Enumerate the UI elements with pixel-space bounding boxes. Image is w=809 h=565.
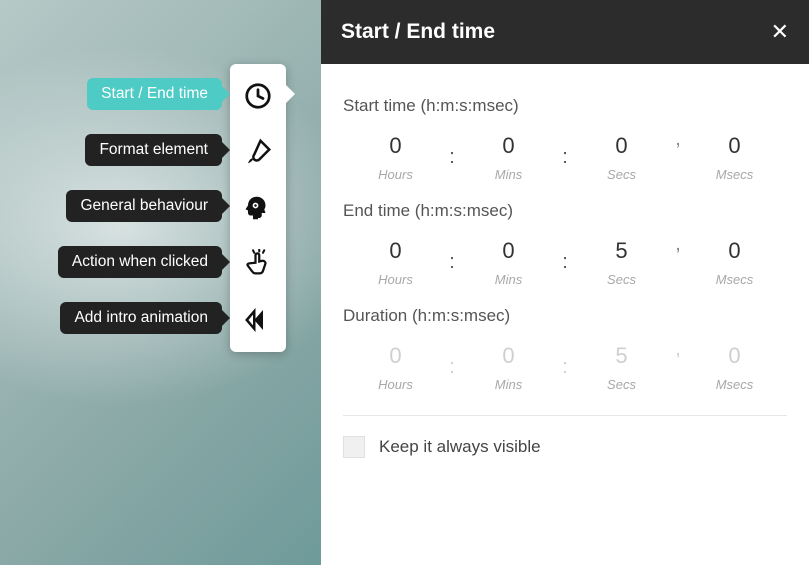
tab-general-behaviour[interactable] <box>230 180 286 236</box>
divider <box>343 415 787 416</box>
keep-visible-row: Keep it always visible <box>343 436 787 458</box>
unit-mins: Mins <box>456 377 561 392</box>
end-mins-input[interactable]: 0 <box>502 238 514 263</box>
duration-mins: 0 <box>502 343 514 368</box>
colon-sep: : <box>448 251 456 274</box>
clock-icon <box>243 81 273 111</box>
unit-hours: Hours <box>343 167 448 182</box>
duration-secs: 5 <box>615 343 627 368</box>
colon-sep: : <box>561 251 569 274</box>
tooltip-add-intro-animation[interactable]: Add intro animation <box>60 302 222 334</box>
duration-hours: 0 <box>389 343 401 368</box>
start-time-label: Start time (h:m:s:msec) <box>343 96 787 116</box>
start-hours-input[interactable]: 0 <box>389 133 401 158</box>
unit-hours: Hours <box>343 272 448 287</box>
unit-msecs: Msecs <box>682 167 787 182</box>
end-msecs-input[interactable]: 0 <box>728 238 740 263</box>
comma-sep: , <box>674 128 682 151</box>
colon-sep: : <box>448 146 456 169</box>
close-icon[interactable]: ✕ <box>771 19 789 45</box>
start-secs-input[interactable]: 0 <box>615 133 627 158</box>
settings-tab-strip <box>230 64 286 352</box>
head-gear-icon <box>243 193 273 223</box>
tab-add-intro-animation[interactable] <box>230 292 286 348</box>
tooltip-action-when-clicked[interactable]: Action when clicked <box>58 246 222 278</box>
keep-visible-checkbox[interactable] <box>343 436 365 458</box>
end-time-row: 0 Hours : 0 Mins : 5 Secs , 0 Msecs <box>343 227 787 292</box>
unit-mins: Mins <box>456 272 561 287</box>
tab-action-when-clicked[interactable] <box>230 236 286 292</box>
end-hours-input[interactable]: 0 <box>389 238 401 263</box>
unit-secs: Secs <box>569 167 674 182</box>
duration-msecs: 0 <box>728 343 740 368</box>
tooltip-general-behaviour[interactable]: General behaviour <box>66 190 222 222</box>
end-time-label: End time (h:m:s:msec) <box>343 201 787 221</box>
end-secs-input[interactable]: 5 <box>615 238 627 263</box>
unit-secs: Secs <box>569 272 674 287</box>
tap-hand-icon <box>243 249 273 279</box>
duration-row: 0 Hours : 0 Mins : 5 Secs , 0 Msecs <box>343 332 787 397</box>
paintbrush-icon <box>243 137 273 167</box>
unit-msecs: Msecs <box>682 272 787 287</box>
animation-icon <box>243 305 273 335</box>
settings-panel: Start / End time ✕ Start time (h:m:s:mse… <box>321 0 809 565</box>
tooltip-format-element[interactable]: Format element <box>85 134 222 166</box>
unit-hours: Hours <box>343 377 448 392</box>
panel-title: Start / End time <box>341 20 495 44</box>
unit-msecs: Msecs <box>682 377 787 392</box>
duration-label: Duration (h:m:s:msec) <box>343 306 787 326</box>
tab-start-end-time[interactable] <box>230 68 286 124</box>
comma-sep: , <box>674 233 682 256</box>
unit-secs: Secs <box>569 377 674 392</box>
tab-format-element[interactable] <box>230 124 286 180</box>
start-mins-input[interactable]: 0 <box>502 133 514 158</box>
unit-mins: Mins <box>456 167 561 182</box>
panel-body: Start time (h:m:s:msec) 0 Hours : 0 Mins :… <box>321 64 809 476</box>
start-msecs-input[interactable]: 0 <box>728 133 740 158</box>
colon-sep: : <box>561 146 569 169</box>
tooltip-start-end-time[interactable]: Start / End time <box>87 78 222 110</box>
start-time-row: 0 Hours : 0 Mins : 0 Secs , 0 Msecs <box>343 122 787 187</box>
keep-visible-label: Keep it always visible <box>379 437 541 457</box>
colon-sep: : <box>561 356 569 379</box>
comma-sep: , <box>674 338 682 361</box>
colon-sep: : <box>448 356 456 379</box>
panel-header: Start / End time ✕ <box>321 0 809 64</box>
